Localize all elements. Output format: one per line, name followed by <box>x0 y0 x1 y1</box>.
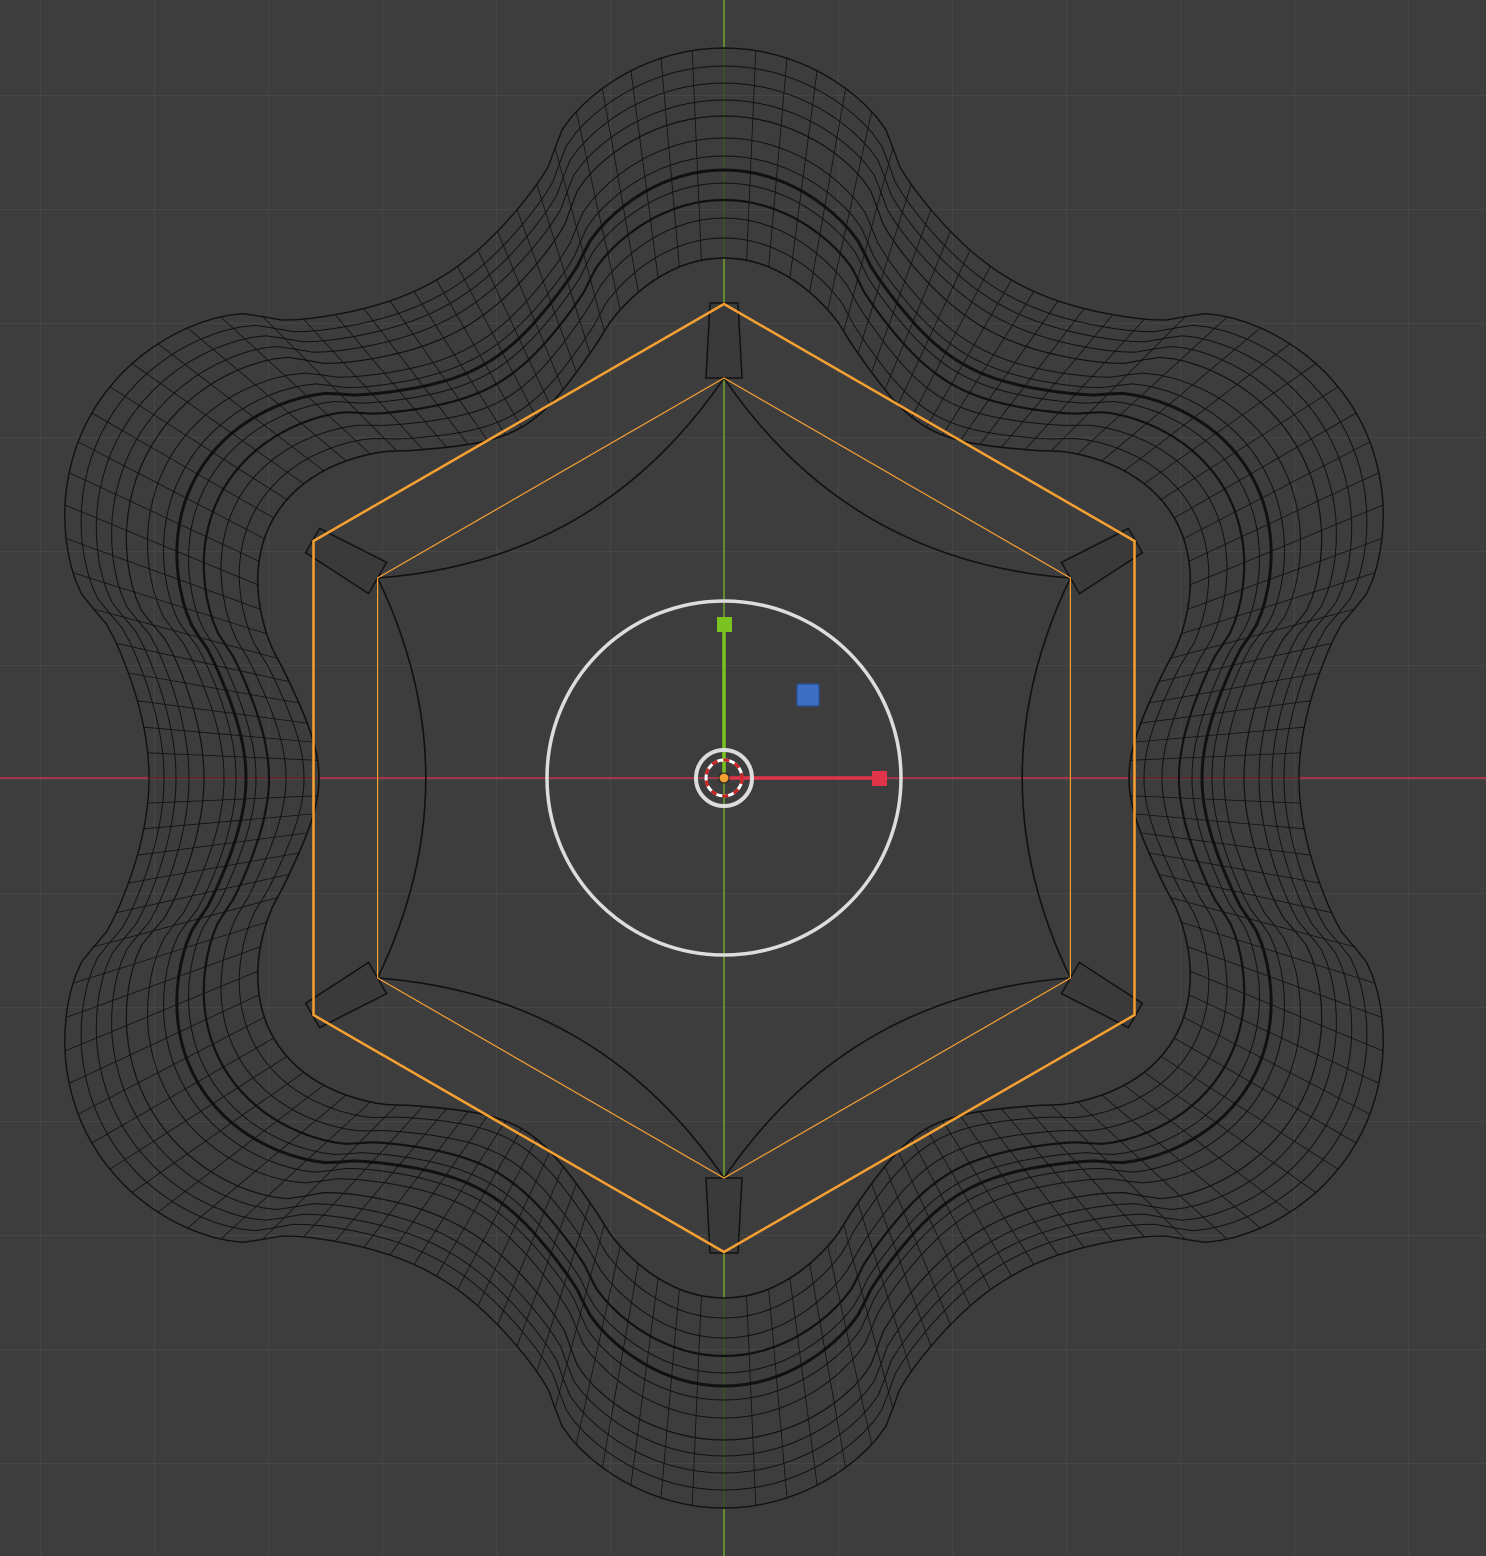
mesh-tip-prong <box>705 1177 743 1254</box>
3d-viewport[interactable]: top-orthographic <box>0 0 1486 1556</box>
gizmo-z-plane-handle[interactable] <box>796 683 820 707</box>
gizmo-y-handle[interactable] <box>717 617 732 632</box>
origin-dot[interactable] <box>718 772 730 784</box>
gizmo-x-handle[interactable] <box>872 771 887 786</box>
mesh-tip-prong <box>705 302 743 379</box>
